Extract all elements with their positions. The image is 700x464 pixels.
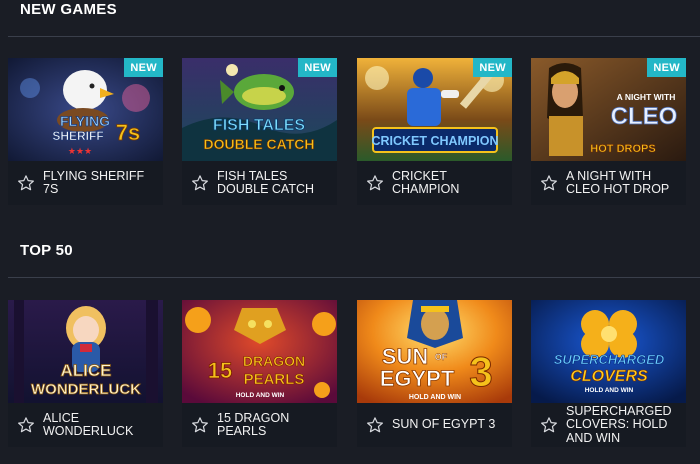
game-info: A NIGHT WITH CLEO HOT DROP: [531, 161, 686, 205]
logo-text: SUPERCHARGED: [554, 352, 665, 367]
logo-text: WONDERLUCK: [31, 381, 141, 398]
section-title-new-games: NEW GAMES: [20, 1, 117, 18]
game-thumbnail[interactable]: FISH TALES DOUBLE CATCH NEW: [182, 58, 337, 161]
logo-text: EGYPT: [380, 366, 455, 391]
game-name: CRICKET CHAMPION: [392, 168, 460, 196]
game-info: SUN OF EGYPT 3: [357, 403, 512, 447]
game-card-flying-sheriff[interactable]: FLYING SHERIFF 7s ★★★ NEW FLYING SHERIFF…: [8, 58, 163, 205]
logo-text: 3: [469, 348, 492, 395]
game-card-night-with-cleo[interactable]: A NIGHT WITH CLEO HOT DROPS NEW A NIGHT …: [531, 58, 686, 205]
new-badge: NEW: [124, 58, 163, 77]
logo-text: 7s: [116, 120, 140, 145]
game-card-cricket-champion[interactable]: CRICKET CHAMPION NEW CRICKET CHAMPION: [357, 58, 512, 205]
star-outline-icon[interactable]: [17, 416, 35, 434]
game-name: SUN OF EGYPT 3: [392, 417, 496, 432]
logo-text: CLEO: [611, 103, 678, 130]
logo-text: SHERIFF: [52, 129, 103, 143]
logo-text: DRAGON: [243, 353, 305, 369]
logo-text: A NIGHT WITH: [617, 92, 676, 102]
game-info: CRICKET CHAMPION: [357, 161, 512, 205]
stars-decoration: ★★★: [68, 146, 92, 156]
game-card-supercharged-clovers[interactable]: SUPERCHARGED CLOVERS HOLD AND WIN SUPERC…: [531, 300, 686, 447]
game-card-alice-wonderluck[interactable]: ALICE WONDERLUCK ALICE WONDERLUCK: [8, 300, 163, 447]
game-name: ALICE WONDERLUCK: [43, 410, 134, 438]
star-outline-icon[interactable]: [540, 174, 558, 192]
section-divider: [8, 36, 700, 37]
logo-text: DOUBLE CATCH: [204, 136, 315, 152]
game-info: SUPERCHARGED CLOVERS: HOLD AND WIN: [531, 403, 686, 447]
game-thumbnail[interactable]: CRICKET CHAMPION NEW: [357, 58, 512, 161]
game-card-15-dragon-pearls[interactable]: 15 DRAGON PEARLS HOLD AND WIN 15 DRAGON …: [182, 300, 337, 447]
game-info: FLYING SHERIFF 7S: [8, 161, 163, 205]
game-info: ALICE WONDERLUCK: [8, 403, 163, 447]
logo-text: CRICKET CHAMPION: [371, 134, 498, 148]
logo-text: HOT DROPS: [590, 143, 655, 155]
game-thumbnail[interactable]: SUPERCHARGED CLOVERS HOLD AND WIN: [531, 300, 686, 403]
section-divider: [8, 277, 700, 278]
logo-text: OF: [435, 352, 448, 362]
game-name: 15 DRAGON PEARLS: [217, 410, 290, 438]
logo-text: HOLD AND WIN: [585, 387, 634, 394]
logo-text: HOLD AND WIN: [236, 392, 285, 399]
logo-text: FISH TALES: [213, 117, 305, 134]
game-thumbnail[interactable]: ALICE WONDERLUCK: [8, 300, 163, 403]
logo-text: CLOVERS: [570, 368, 648, 385]
logo-text: FLYING: [60, 113, 110, 129]
star-outline-icon[interactable]: [366, 174, 384, 192]
logo-text: PEARLS: [244, 371, 305, 388]
new-badge: NEW: [473, 58, 512, 77]
game-name: SUPERCHARGED CLOVERS: HOLD AND WIN: [566, 403, 672, 445]
logo-text: HOLD AND WIN: [409, 394, 461, 401]
game-name: FISH TALES DOUBLE CATCH: [217, 168, 315, 196]
new-badge: NEW: [298, 58, 337, 77]
star-outline-icon[interactable]: [540, 416, 558, 434]
game-thumbnail[interactable]: SUN OF EGYPT 3 HOLD AND WIN: [357, 300, 512, 403]
game-card-sun-of-egypt-3[interactable]: SUN OF EGYPT 3 HOLD AND WIN SUN OF EGYPT…: [357, 300, 512, 447]
logo-text: ALICE: [61, 361, 112, 380]
new-badge: NEW: [647, 58, 686, 77]
game-name: A NIGHT WITH CLEO HOT DROP: [566, 168, 670, 196]
logo-text: 15: [208, 358, 232, 383]
game-thumbnail[interactable]: FLYING SHERIFF 7s ★★★ NEW: [8, 58, 163, 161]
game-info: 15 DRAGON PEARLS: [182, 403, 337, 447]
star-outline-icon[interactable]: [366, 416, 384, 434]
game-name: FLYING SHERIFF 7S: [43, 168, 145, 196]
game-thumbnail[interactable]: 15 DRAGON PEARLS HOLD AND WIN: [182, 300, 337, 403]
star-outline-icon[interactable]: [191, 416, 209, 434]
star-outline-icon[interactable]: [17, 174, 35, 192]
game-thumbnail[interactable]: A NIGHT WITH CLEO HOT DROPS NEW: [531, 58, 686, 161]
game-info: FISH TALES DOUBLE CATCH: [182, 161, 337, 205]
star-outline-icon[interactable]: [191, 174, 209, 192]
game-card-fish-tales[interactable]: FISH TALES DOUBLE CATCH NEW FISH TALES D…: [182, 58, 337, 205]
section-title-top-50: TOP 50: [20, 242, 73, 259]
